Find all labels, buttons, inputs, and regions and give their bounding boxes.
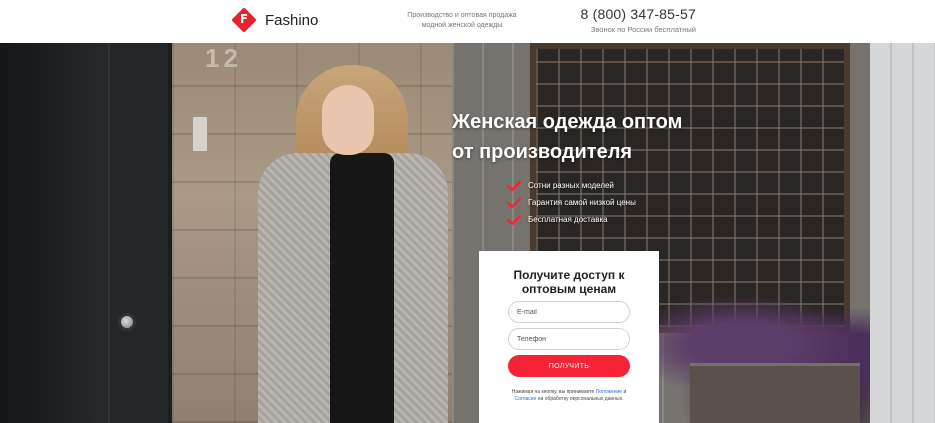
benefits-list: Сотни разных моделей Гарантия самой низк… — [507, 177, 636, 228]
benefit-item: Гарантия самой низкой цены — [507, 194, 636, 211]
house-number: 12 — [205, 43, 242, 73]
policy-link[interactable]: Положение — [596, 389, 622, 395]
lead-form: Получите доступ к оптовым ценам ПОЛУЧИТЬ… — [479, 251, 659, 423]
hero-title-line2: от производителя — [452, 141, 633, 163]
consent-link[interactable]: Согласие — [515, 396, 537, 402]
benefit-text: Сотни разных моделей — [528, 181, 614, 190]
background-siding — [870, 43, 935, 423]
phone-number[interactable]: 8 (800) 347-85-57 — [581, 6, 696, 22]
logo[interactable]: F Fashino — [231, 7, 319, 33]
background-door-frame — [108, 43, 168, 423]
check-icon — [507, 214, 521, 225]
brand-name: Fashino — [265, 11, 319, 29]
benefit-text: Гарантия самой низкой цены — [528, 198, 636, 207]
planter — [690, 363, 860, 423]
site-header: F Fashino Производство и оптовая продажа… — [0, 0, 935, 43]
email-field[interactable] — [508, 301, 630, 323]
phone-field[interactable] — [508, 328, 630, 350]
phone-note: Звонок по России бесплатный — [590, 25, 696, 34]
form-title: Получите доступ к оптовым ценам — [513, 268, 625, 296]
consent-text: Нажимая на кнопку, вы принимаете Положен… — [511, 389, 627, 402]
check-icon — [507, 197, 521, 208]
submit-button[interactable]: ПОЛУЧИТЬ — [508, 355, 630, 377]
hero-section: 12 Женская одежда оптом от производителя… — [0, 43, 935, 423]
contact-block: 8 (800) 347-85-57 Звонок по России беспл… — [581, 6, 696, 34]
door-knob — [118, 313, 136, 331]
benefit-item: Сотни разных моделей — [507, 177, 636, 194]
intercom — [192, 116, 208, 152]
hero-title-line1: Женская одежда оптом — [452, 111, 683, 133]
tagline: Производство и оптовая продажа модной же… — [407, 12, 517, 29]
benefit-text: Бесплатная доставка — [528, 215, 608, 224]
benefit-item: Бесплатная доставка — [507, 211, 636, 228]
hero-model-photo — [258, 43, 448, 423]
hero-title: Женская одежда оптом от производителя — [452, 107, 712, 167]
check-icon — [507, 180, 521, 191]
logo-diamond-icon: F — [231, 7, 257, 33]
